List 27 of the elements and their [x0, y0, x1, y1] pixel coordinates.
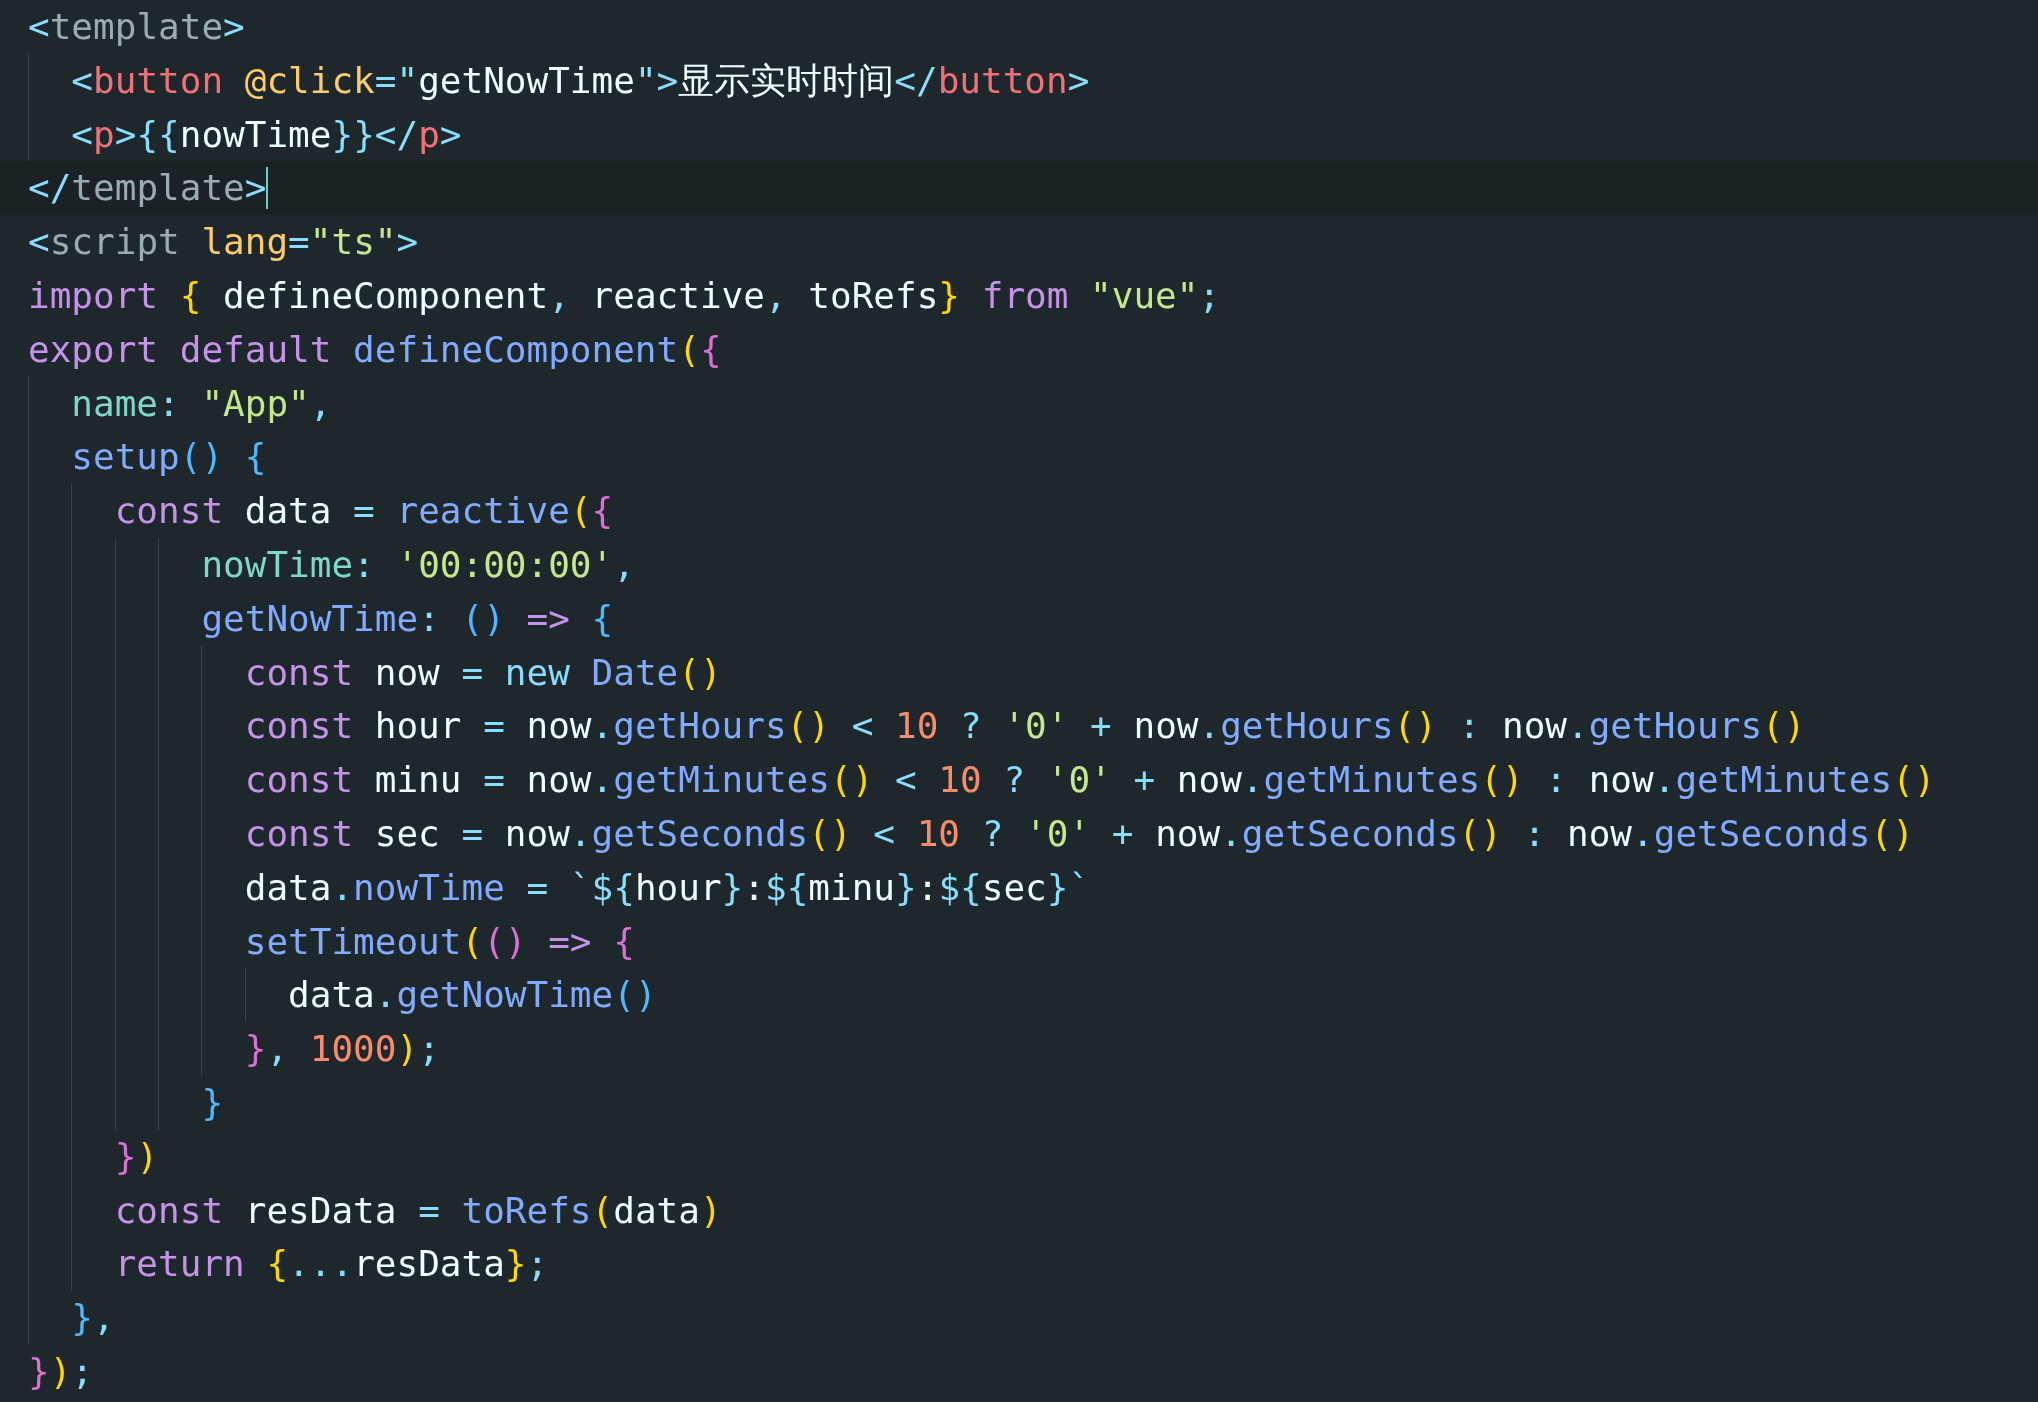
code-line: }); [28, 1349, 94, 1394]
code-line: const hour = now.getHours() < 10 ? '0' + now.getHours() : now.getHours() [244, 704, 1806, 749]
code-line: setTimeout(() => { [244, 919, 635, 964]
code-line: } [201, 1080, 224, 1125]
code-line: const now = new Date() [244, 650, 722, 695]
code-line: }, [71, 1296, 115, 1341]
code-line: const sec = now.getSeconds() < 10 ? '0' + now.getSeconds() : now.getSeconds() [244, 811, 1914, 856]
code-line: data.nowTime = `${hour}:${minu}:${sec}` [244, 865, 1091, 910]
code-line: import { defineComponent, reactive, toRefs} from "vue"; [28, 274, 1221, 318]
code-line: <script lang="ts"> [28, 220, 419, 265]
code-line: <template> [28, 5, 245, 49]
code-line: const resData = toRefs(data) [114, 1188, 722, 1233]
code-line: nowTime: '00:00:00', [201, 542, 635, 587]
code-line: return {...resData}; [114, 1242, 549, 1287]
code-line: setup() { [71, 435, 267, 480]
code-line: <p>{{nowTime}}</p> [71, 112, 462, 157]
code-line: data.getNowTime() [288, 973, 657, 1018]
code-line: const data = reactive({ [114, 489, 614, 534]
code-line: </template> [28, 166, 267, 211]
code-line: <button @click="getNowTime">显示实时时间</button> [71, 58, 1090, 103]
code-line: getNowTime: () => { [201, 596, 614, 641]
code-line: name: "App", [71, 381, 332, 426]
code-line: const minu = now.getMinutes() < 10 ? '0' + now.getMinutes() : now.getMinutes() [244, 758, 1936, 803]
code-line: }, 1000); [244, 1027, 440, 1072]
code-line: }) [114, 1134, 159, 1179]
text-cursor [266, 167, 269, 210]
code-line: export default defineComponent({ [28, 327, 722, 372]
